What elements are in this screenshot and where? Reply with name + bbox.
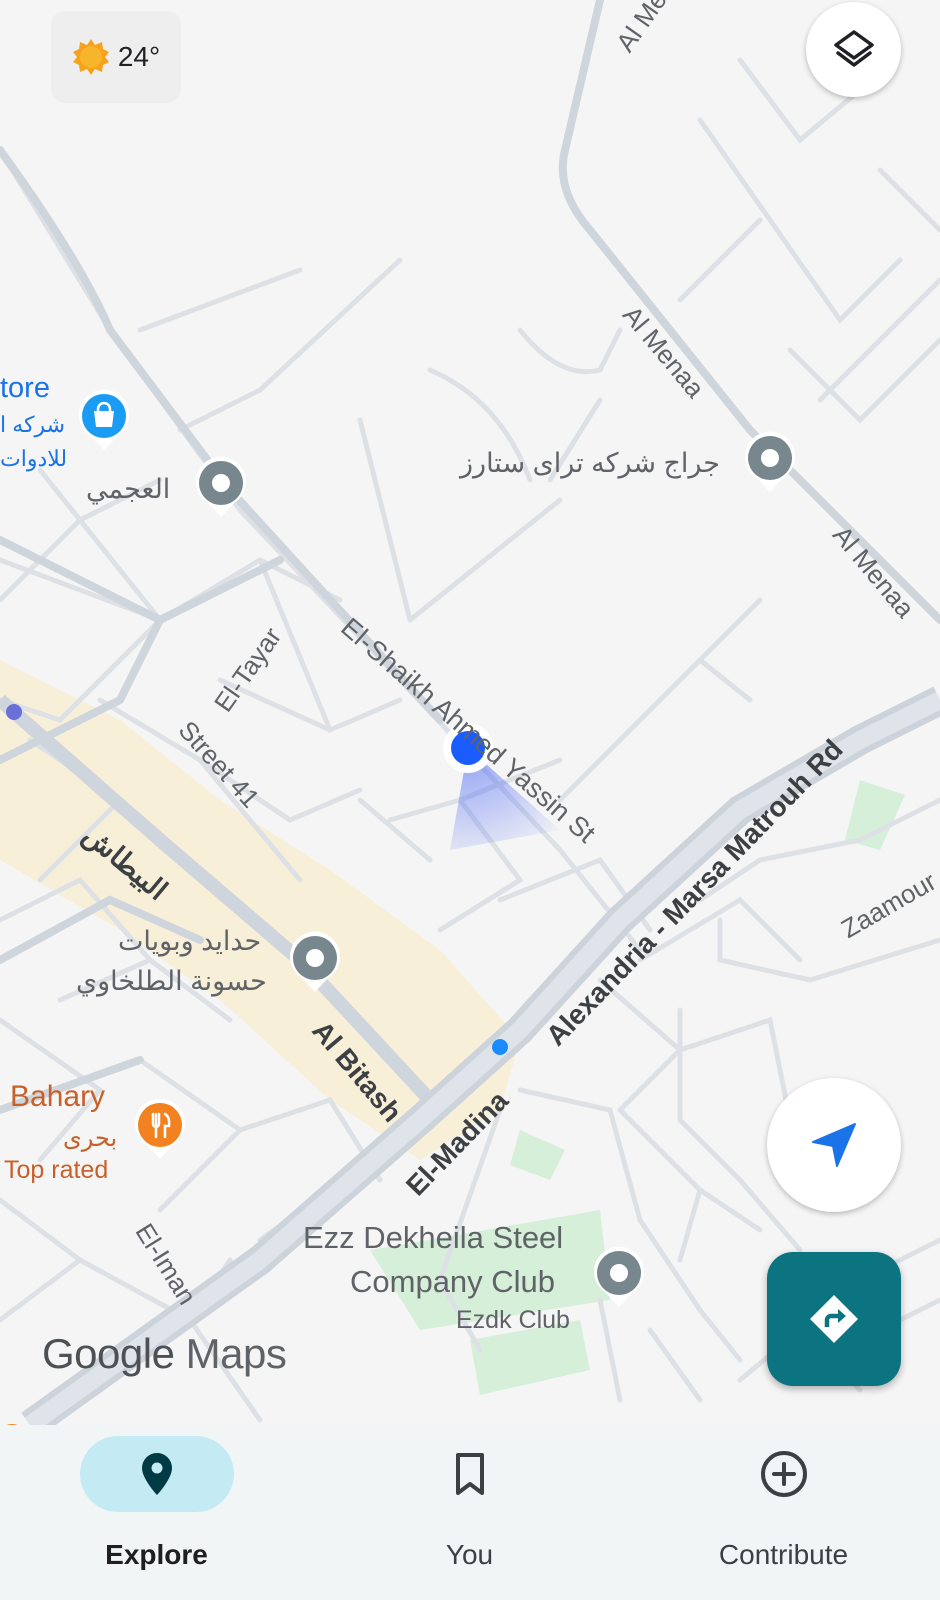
place-pin-icon[interactable]: [743, 430, 797, 494]
bookmark-icon: [455, 1453, 484, 1495]
maps-wordmark: Maps: [185, 1330, 287, 1377]
layers-button[interactable]: [806, 2, 901, 97]
restaurant-icon[interactable]: [133, 1097, 187, 1161]
directions-button[interactable]: [767, 1252, 901, 1386]
map-canvas[interactable]: Al Menaa Al Menaa Al Menaa El-Shaikh Ahm…: [0, 0, 940, 1425]
store-label[interactable]: شركه ا: [0, 412, 65, 438]
temperature-text: 24°: [117, 41, 161, 72]
store-label[interactable]: tore: [0, 372, 50, 405]
my-location-button[interactable]: [767, 1078, 901, 1212]
directions-icon: [810, 1295, 858, 1343]
nav-label: You: [445, 1539, 494, 1570]
google-maps-logo: Google Maps: [42, 1330, 287, 1378]
place-dot: [6, 704, 22, 720]
bottom-navigation: Explore You Contribute: [0, 1425, 940, 1600]
nav-explore[interactable]: Explore: [0, 1425, 313, 1600]
place-pin-icon[interactable]: [288, 930, 342, 994]
place-dot: [492, 1039, 508, 1055]
place-label-bahary[interactable]: Bahary: [10, 1080, 105, 1114]
park-area: [510, 1130, 565, 1180]
top-rated-badge: Top rated: [4, 1156, 109, 1184]
location-pin-icon: [141, 1453, 172, 1495]
nav-contribute[interactable]: Contribute: [627, 1425, 940, 1600]
place-label-alagamy[interactable]: العجمي: [86, 474, 170, 505]
place-label-ezz[interactable]: Company Club: [350, 1264, 555, 1300]
place-label-hadayed[interactable]: حسونة الطلخاوي: [76, 966, 267, 997]
sun-icon: [72, 39, 109, 75]
navigation-arrow-icon: [812, 1123, 856, 1167]
place-label-garage[interactable]: جراج شركه تراى ستارز: [460, 448, 720, 479]
place-label-ezz[interactable]: Ezz Dekheila Steel: [303, 1220, 563, 1256]
layers-icon: [833, 29, 874, 67]
place-label-hadayed[interactable]: حدايد وبويات: [118, 926, 261, 957]
shopping-bag-icon[interactable]: [77, 388, 131, 452]
add-circle-icon: [760, 1451, 807, 1497]
nav-label: Explore: [105, 1539, 208, 1570]
place-label-bahary-ar: بحرى: [63, 1125, 118, 1152]
place-label-ezz-sub: Ezdk Club: [456, 1306, 570, 1334]
nav-label: Contribute: [718, 1539, 849, 1570]
google-wordmark: Google: [42, 1330, 175, 1377]
place-pin-icon[interactable]: [592, 1245, 646, 1309]
place-pin-icon[interactable]: [194, 455, 248, 519]
weather-chip[interactable]: 24°: [51, 11, 181, 103]
store-label[interactable]: للادوات: [0, 446, 67, 472]
nav-you[interactable]: You: [313, 1425, 626, 1600]
